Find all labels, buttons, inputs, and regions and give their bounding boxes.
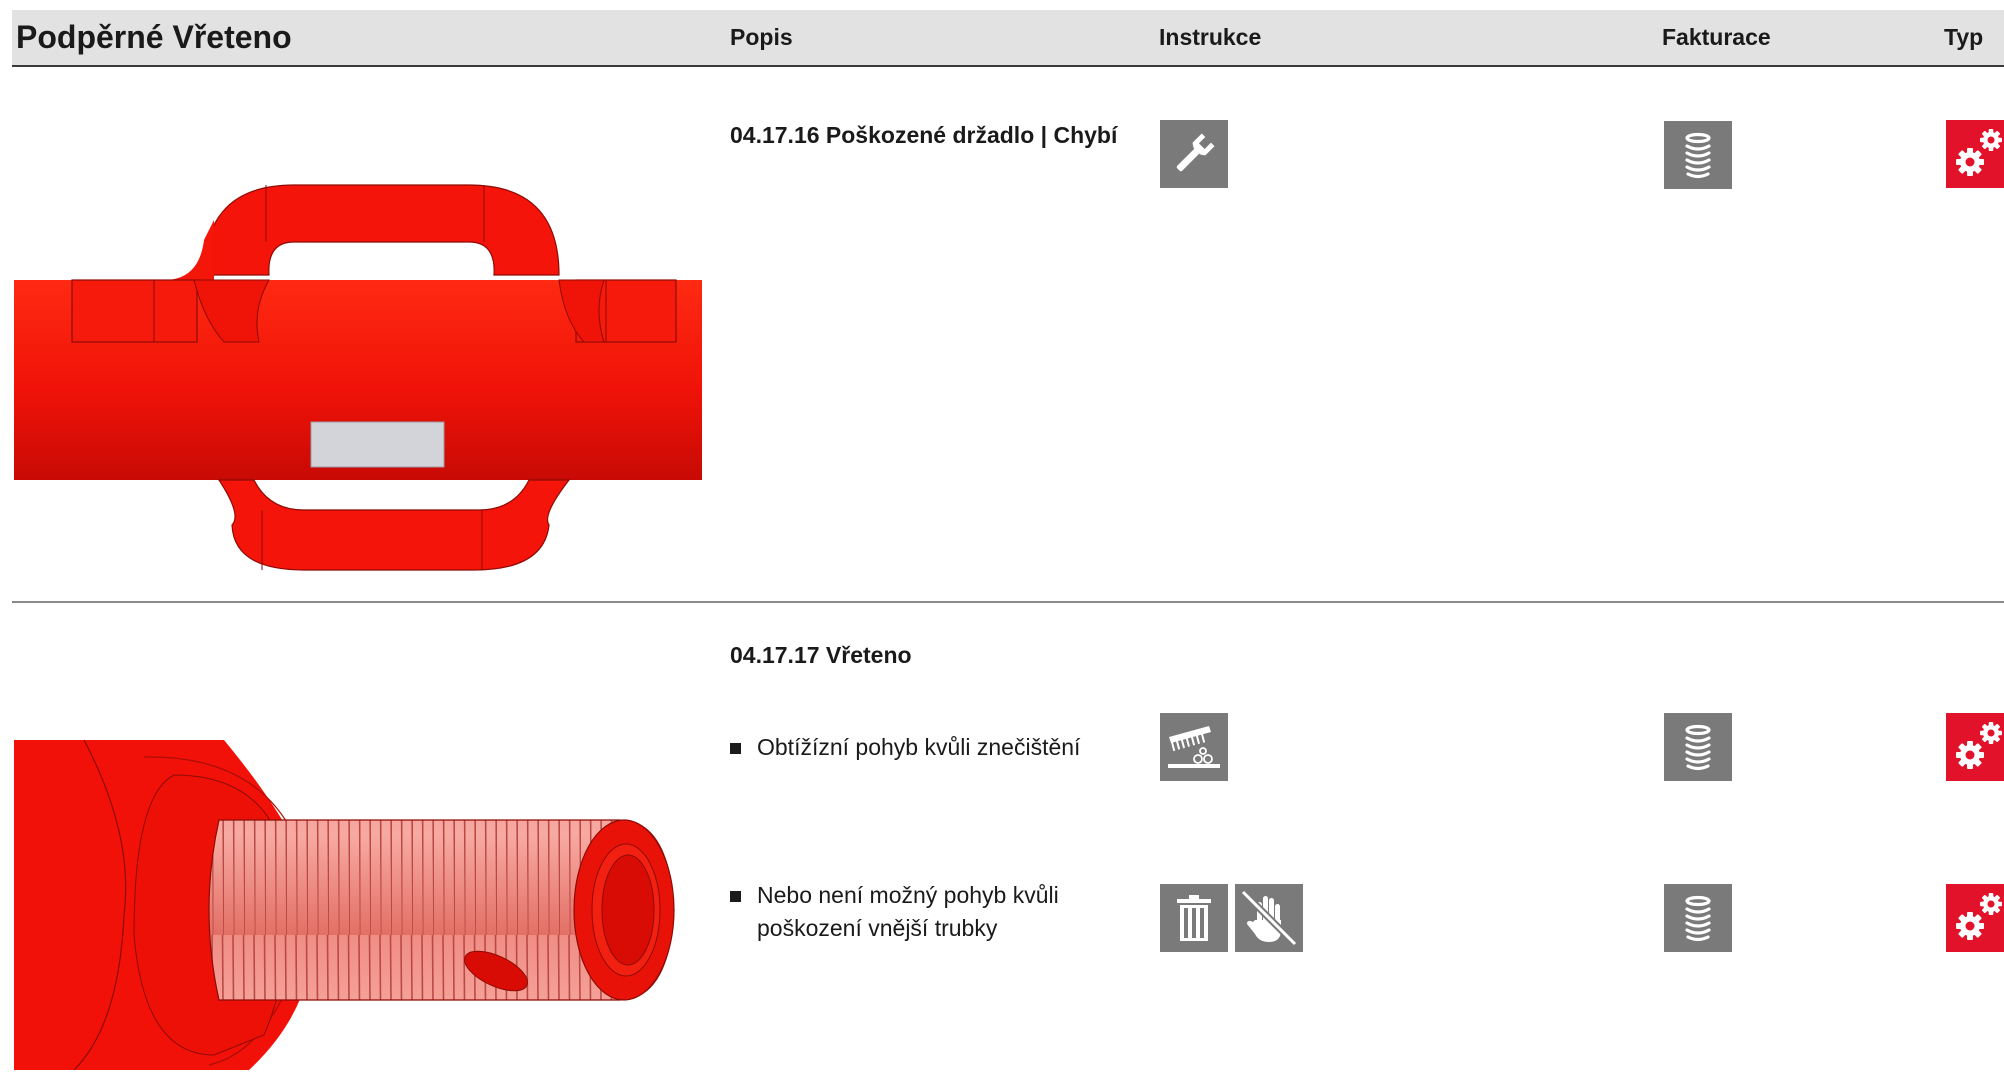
threaded-spindle-image bbox=[14, 735, 702, 1071]
bullet-square bbox=[730, 743, 741, 754]
page-title: Podpěrné Vřeteno bbox=[16, 19, 292, 55]
bullet-square bbox=[730, 891, 741, 902]
gears-icon bbox=[1956, 129, 2002, 176]
type-badge[interactable] bbox=[1946, 120, 2004, 188]
wrench-icon bbox=[1176, 133, 1215, 172]
type-badge[interactable] bbox=[1946, 884, 2004, 952]
stack-icon bbox=[1685, 132, 1711, 179]
list-item-text: Nebo není možný pohyb kvůli poškození vn… bbox=[757, 882, 1059, 941]
billing-button[interactable] bbox=[1664, 713, 1732, 781]
billing-button[interactable] bbox=[1664, 884, 1732, 952]
instruction-discard-button[interactable] bbox=[1160, 884, 1228, 952]
instruction-wrench-button[interactable] bbox=[1160, 120, 1228, 188]
list-item: Nebo není možný pohyb kvůli poškození vn… bbox=[730, 879, 1110, 945]
column-header-fakturace: Fakturace bbox=[1662, 24, 1771, 50]
spindle-with-handles-image bbox=[14, 180, 702, 580]
trash-icon bbox=[1177, 895, 1211, 941]
billing-button[interactable] bbox=[1664, 121, 1732, 189]
gears-icon bbox=[1956, 722, 2002, 769]
instruction-do-not-touch-button[interactable] bbox=[1235, 884, 1303, 952]
type-badge[interactable] bbox=[1946, 713, 2004, 781]
stack-icon bbox=[1685, 895, 1711, 942]
list-item: Obtížízní pohyb kvůli znečištění bbox=[730, 731, 1110, 764]
stack-icon bbox=[1685, 724, 1711, 771]
column-header-typ: Typ bbox=[1944, 24, 1984, 50]
row-divider bbox=[12, 601, 2004, 603]
table-header: Podpěrné Vřeteno Popis Instrukce Faktura… bbox=[12, 10, 2004, 67]
no-hand-icon bbox=[1240, 889, 1298, 947]
section-title-04-17-17: 04.17.17 Vřeteno bbox=[730, 642, 912, 668]
section-title-04-17-16: 04.17.16 Poškozené držadlo | Chybí bbox=[730, 122, 1118, 148]
gears-icon bbox=[1956, 893, 2002, 940]
instruction-cleaning-button[interactable] bbox=[1160, 713, 1228, 781]
list-item-text: Obtížízní pohyb kvůli znečištění bbox=[757, 734, 1081, 760]
column-header-instrukce: Instrukce bbox=[1159, 24, 1262, 50]
column-header-popis: Popis bbox=[730, 24, 793, 50]
brush-cleaning-icon bbox=[1168, 726, 1220, 768]
